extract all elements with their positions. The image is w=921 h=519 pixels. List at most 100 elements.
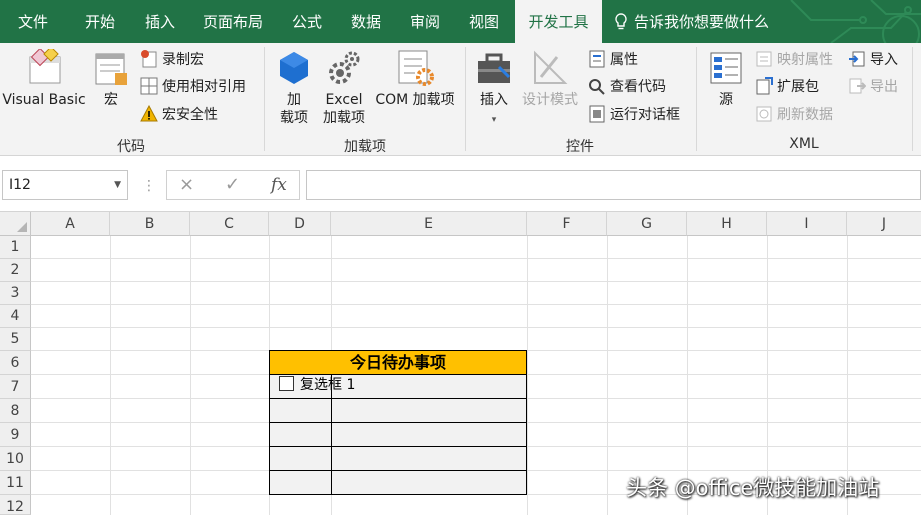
more-options-icon[interactable]: ⋮: [142, 176, 156, 196]
lightbulb-icon: [615, 13, 627, 30]
group-label-xml: XML: [789, 136, 819, 152]
insert-function-icon[interactable]: fx: [271, 171, 287, 199]
addins-label-line1: 加: [287, 92, 301, 108]
select-all-corner[interactable]: [0, 212, 31, 236]
table-cell[interactable]: [331, 446, 527, 471]
table-cell[interactable]: [331, 398, 527, 423]
relative-refs-label: 使用相对引用: [162, 79, 246, 95]
column-header-a[interactable]: A: [31, 212, 110, 236]
chevron-down-icon[interactable]: ▼: [114, 171, 121, 199]
tab-file[interactable]: 文件: [0, 0, 66, 43]
addins-label-line2: 载项: [280, 110, 308, 126]
macros-button[interactable]: 宏: [92, 49, 130, 109]
run-dialog-button[interactable]: 运行对话框: [588, 104, 680, 126]
row-header-3[interactable]: 3: [0, 282, 31, 305]
table-cell[interactable]: [269, 470, 332, 495]
circuit-decoration: [790, 0, 921, 43]
table-title-cell[interactable]: 今日待办事项: [269, 350, 527, 375]
row-header-9[interactable]: 9: [0, 423, 31, 447]
table-cell[interactable]: [269, 446, 332, 471]
row-header-6[interactable]: 6: [0, 351, 31, 375]
grid-line: [31, 281, 921, 282]
relative-refs-button[interactable]: 使用相对引用: [140, 76, 246, 98]
tab-developer[interactable]: 开发工具: [515, 0, 602, 43]
design-mode-button[interactable]: 设计模式: [518, 49, 582, 109]
checkbox-icon[interactable]: [279, 376, 294, 391]
group-separator: [696, 47, 697, 151]
insert-control-button[interactable]: 插入 ▾: [472, 49, 516, 129]
table-cell[interactable]: [331, 470, 527, 495]
table-cell[interactable]: [331, 374, 527, 399]
relative-refs-icon: [140, 77, 158, 95]
import-button[interactable]: 导入: [848, 49, 898, 71]
com-addins-button[interactable]: COM 加载项: [370, 49, 460, 109]
column-header-j[interactable]: J: [847, 212, 921, 236]
tab-home[interactable]: 开始: [70, 0, 130, 43]
column-header-b[interactable]: B: [110, 212, 190, 236]
expansion-packs-button[interactable]: 扩展包: [755, 76, 819, 98]
column-header-g[interactable]: G: [607, 212, 687, 236]
row-header-1[interactable]: 1: [0, 236, 31, 259]
column-header-h[interactable]: H: [687, 212, 767, 236]
name-box[interactable]: I12 ▼: [2, 170, 128, 200]
column-header-i[interactable]: I: [767, 212, 847, 236]
watermark-text: 头条 @office微技能加油站: [626, 476, 880, 500]
formula-input[interactable]: [306, 170, 921, 200]
view-code-button[interactable]: 查看代码: [588, 76, 666, 98]
tell-me-text: 告诉我你想要做什么: [634, 13, 770, 31]
xml-source-icon: [710, 52, 742, 84]
tab-formulas[interactable]: 公式: [280, 0, 334, 43]
group-label-code: 代码: [117, 139, 145, 155]
column-header-c[interactable]: C: [190, 212, 269, 236]
tab-view[interactable]: 视图: [457, 0, 511, 43]
grid-line: [527, 236, 528, 515]
excel-addins-button[interactable]: Excel 加载项: [318, 49, 370, 127]
view-code-label: 查看代码: [610, 79, 666, 95]
column-header-e[interactable]: E: [331, 212, 527, 236]
expansion-packs-icon: [756, 77, 773, 95]
row-header-5[interactable]: 5: [0, 328, 31, 351]
row-header-10[interactable]: 10: [0, 447, 31, 471]
visual-basic-button[interactable]: Visual Basic: [2, 49, 86, 109]
addins-button[interactable]: 加 载项: [272, 49, 316, 127]
row-header-11[interactable]: 11: [0, 471, 31, 495]
cancel-icon[interactable]: ×: [179, 171, 194, 199]
map-properties-button[interactable]: 映射属性: [755, 49, 833, 71]
xml-source-button[interactable]: 源: [704, 49, 748, 109]
design-mode-icon: [534, 50, 568, 84]
refresh-data-label: 刷新数据: [777, 107, 833, 123]
grid-line: [607, 236, 608, 515]
formula-bar-buttons: × ✓ fx: [166, 170, 300, 200]
tell-me-search[interactable]: 告诉我你想要做什么: [614, 0, 769, 43]
tab-data[interactable]: 数据: [339, 0, 393, 43]
table-cell[interactable]: [331, 422, 527, 447]
properties-button[interactable]: 属性: [588, 49, 638, 71]
row-header-8[interactable]: 8: [0, 399, 31, 423]
refresh-data-button[interactable]: 刷新数据: [755, 104, 833, 126]
column-header-d[interactable]: D: [269, 212, 331, 236]
row-header-7[interactable]: 7: [0, 375, 31, 399]
excel-addins-gear-icon: [329, 51, 360, 84]
view-code-icon: [589, 79, 605, 95]
record-macro-icon: [141, 50, 157, 68]
xml-source-label: 源: [719, 92, 733, 108]
row-header-4[interactable]: 4: [0, 305, 31, 328]
run-dialog-icon: [589, 105, 605, 123]
export-label: 导出: [870, 79, 898, 95]
macro-security-button[interactable]: 宏安全性: [140, 104, 218, 126]
table-cell[interactable]: [269, 398, 332, 423]
tab-review[interactable]: 审阅: [398, 0, 452, 43]
record-macro-button[interactable]: 录制宏: [140, 49, 204, 71]
tab-page-layout[interactable]: 页面布局: [193, 0, 273, 43]
table-cell[interactable]: [269, 422, 332, 447]
grid-line: [31, 327, 921, 328]
row-header-12[interactable]: 12: [0, 495, 31, 515]
visual-basic-icon: [29, 49, 61, 84]
row-header-2[interactable]: 2: [0, 259, 31, 282]
form-checkbox-1[interactable]: 复选框 1: [279, 376, 355, 396]
tab-insert[interactable]: 插入: [130, 0, 190, 43]
export-button[interactable]: 导出: [848, 76, 898, 98]
column-header-f[interactable]: F: [527, 212, 607, 236]
insert-control-label: 插入: [480, 92, 508, 108]
enter-icon[interactable]: ✓: [225, 171, 240, 199]
